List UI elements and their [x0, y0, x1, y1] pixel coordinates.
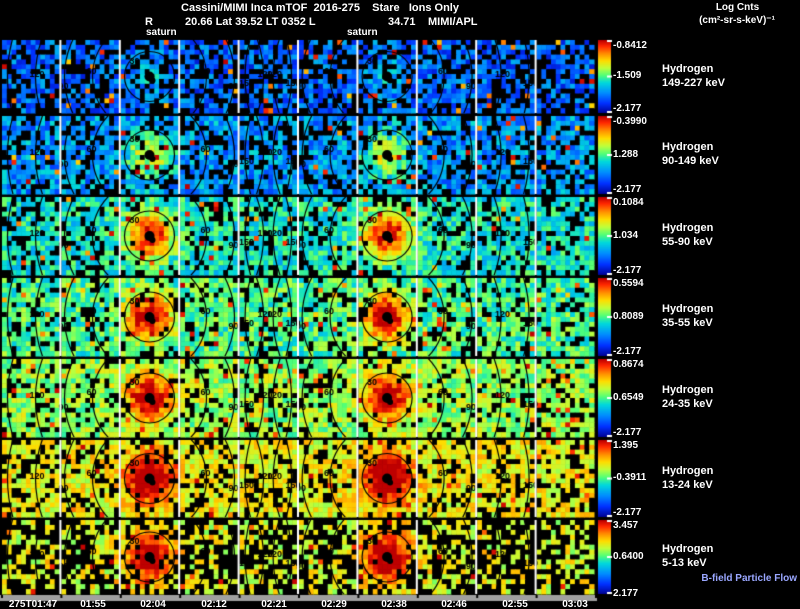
saturn-label: saturn: [146, 27, 177, 38]
time-axis-tick: 02:29: [321, 599, 347, 609]
cassini-inca-spectrogram: Cassini/MIMI Inca mTOF 2016-275 Stare Io…: [0, 0, 800, 609]
colorbar-max-label: 3.457: [613, 520, 639, 531]
species-label: Hydrogen: [662, 384, 714, 396]
colorbar-max-label: -0.3990: [613, 116, 647, 127]
energy-range-label: 55-90 keV: [662, 236, 713, 248]
time-axis-tick: 02:04: [140, 599, 166, 609]
colorbar-mid-label: 1.034: [613, 230, 639, 241]
colorbar-min-label: -2.177: [613, 507, 642, 518]
species-label: Hydrogen: [662, 465, 714, 477]
colorbar-min-label: -2.177: [613, 346, 642, 357]
colorbar-min-label: -2.177: [613, 265, 642, 276]
colorbar-mid-label: 1.288: [613, 149, 639, 160]
credit-label: MIMI/APL: [428, 16, 478, 28]
colorbar-max-label: -0.8412: [613, 40, 647, 51]
colorbar-mid-label: 0.6549: [613, 392, 644, 403]
readout-l-value: 34.71: [388, 16, 416, 28]
colorbar-mid-label: 0.8089: [613, 311, 644, 322]
bfield-particle-flow-label: B-field Particle Flow: [701, 573, 797, 584]
time-axis-tick: 02:55: [502, 599, 528, 609]
energy-range-label: 35-55 keV: [662, 317, 713, 329]
time-axis-tick: 01:55: [80, 599, 106, 609]
colorbar-mid-label: -1.509: [613, 70, 642, 81]
energy-range-label: 90-149 keV: [662, 155, 719, 167]
time-axis-tick: 02:38: [381, 599, 407, 609]
colorbar-mid-label: 0.6400: [613, 551, 644, 562]
species-label: Hydrogen: [662, 141, 714, 153]
colorbar-min-label: -2.177: [613, 184, 642, 195]
time-axis-tick: 02:21: [261, 599, 287, 609]
colorbar-mid-label: -0.3911: [613, 472, 647, 483]
colorbar-min-label: -2.177: [613, 103, 642, 114]
species-label: Hydrogen: [662, 303, 714, 315]
log-counts-units: (cm²-sr-s-keV)⁻¹: [699, 15, 775, 26]
colorbar-min-label: 2.177: [613, 588, 639, 599]
time-axis-tick: 03:03: [562, 599, 588, 609]
colorbar-max-label: 1.395: [613, 440, 639, 451]
time-axis-tick: 02:46: [441, 599, 467, 609]
colorbar-min-label: -2.177: [613, 427, 642, 438]
species-label: Hydrogen: [662, 222, 714, 234]
colorbar-max-label: 0.5594: [613, 278, 644, 289]
species-label: Hydrogen: [662, 63, 714, 75]
time-axis-tick: 275T01:47: [8, 599, 58, 609]
species-label: Hydrogen: [662, 543, 714, 555]
energy-range-label: 24-35 keV: [662, 398, 713, 410]
colorbar-max-label: 0.1084: [613, 197, 644, 208]
colorbar-max-label: 0.8674: [613, 359, 644, 370]
energy-range-label: 5-13 keV: [662, 557, 707, 569]
log-counts-title: Log Cnts: [715, 2, 760, 13]
saturn-label: saturn: [347, 27, 378, 38]
plot-title: Cassini/MIMI Inca mTOF 2016-275 Stare Io…: [181, 2, 459, 14]
time-axis-tick: 02:12: [201, 599, 227, 609]
energy-range-label: 13-24 keV: [662, 479, 713, 491]
readout-position: 20.66 Lat 39.52 LT 0352 L: [185, 16, 316, 28]
energy-range-label: 149-227 keV: [662, 77, 725, 89]
